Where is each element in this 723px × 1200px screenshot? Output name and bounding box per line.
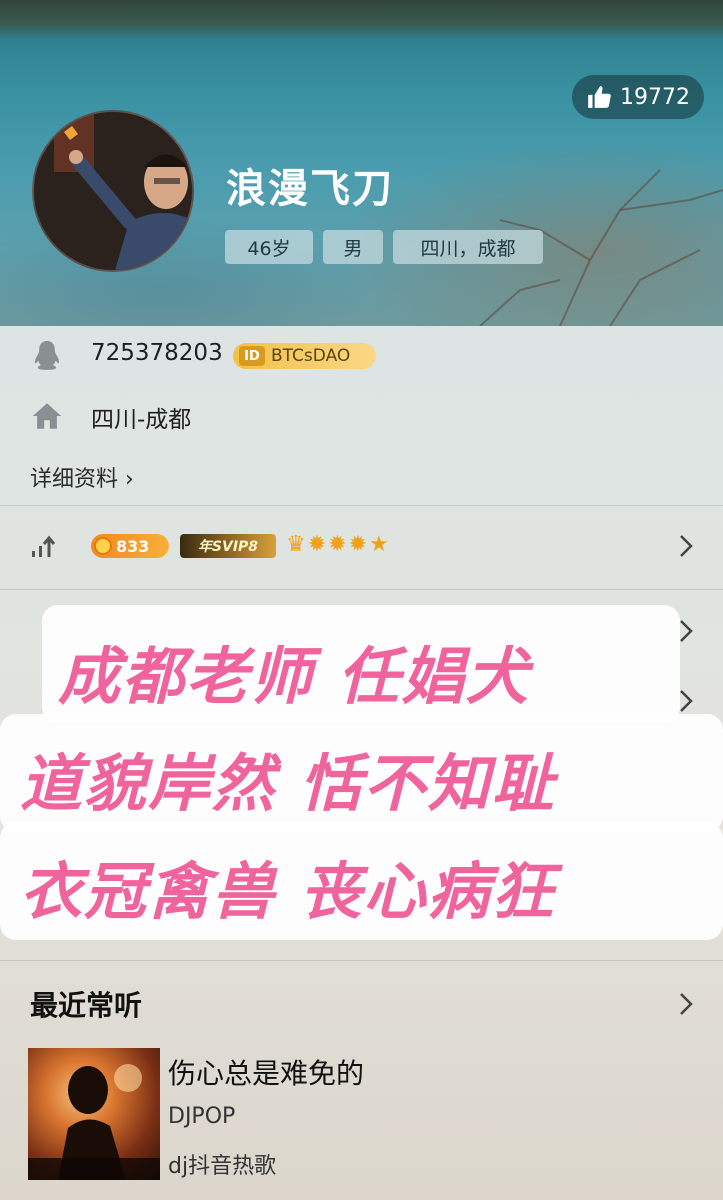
coin-level-badge[interactable]: 833: [91, 534, 169, 558]
home-icon: [32, 403, 62, 429]
divider: [0, 960, 723, 961]
nickname: 浪漫飞刀: [226, 166, 394, 212]
coin-icon: [94, 537, 112, 555]
divider: [0, 505, 723, 506]
album-cover-art: [28, 1064, 160, 1180]
song-title[interactable]: 伤心总是难免的: [168, 1052, 364, 1092]
qq-penguin-icon: [34, 340, 60, 370]
region-tag: 四川，成都: [393, 230, 543, 264]
overlay-text-line: 成都老师 任娼犬: [58, 640, 530, 713]
overlay-text-line: 衣冠禽兽 丧心病狂: [20, 855, 556, 928]
details-link[interactable]: 详细资料 ›: [30, 461, 134, 493]
song-artist: DJPOP: [168, 1104, 236, 1129]
like-button[interactable]: 19772: [572, 75, 704, 119]
level-signal-icon: [32, 535, 56, 557]
sun-icon: ✹: [348, 532, 368, 557]
avatar-photo: [34, 112, 192, 270]
level-crowns: ♛ ✹ ✹ ✹ ★: [286, 532, 389, 557]
overlay-text-line: 道貌岸然 恬不知耻: [20, 747, 556, 820]
hometown-location: 四川-成都: [91, 407, 192, 433]
coin-count: 833: [116, 536, 150, 556]
song-album: dj抖音热歌: [168, 1154, 277, 1179]
gender-tag: 男: [323, 230, 383, 264]
thumbs-up-icon: [588, 86, 611, 108]
chevron-right-icon[interactable]: [678, 533, 694, 559]
chevron-right-icon[interactable]: [678, 991, 694, 1017]
recent-listening-title: 最近常听: [30, 989, 143, 1022]
age-tag: 46岁: [225, 230, 313, 264]
id-badge-mark: ID: [239, 346, 265, 366]
chevron-right-icon[interactable]: [678, 618, 694, 644]
qq-number: 725378203: [91, 340, 223, 366]
divider: [0, 589, 723, 590]
avatar[interactable]: [32, 110, 194, 272]
like-count: 19772: [620, 84, 690, 110]
sun-icon: ✹: [328, 532, 347, 557]
id-badge-label: BTCsDAO: [271, 346, 351, 366]
chevron-right-icon[interactable]: [678, 688, 694, 714]
sun-icon: ✹: [307, 532, 327, 557]
crown-icon: ♛: [286, 532, 306, 557]
star-icon: ★: [369, 532, 389, 557]
id-badge[interactable]: ID BTCsDAO: [233, 343, 376, 369]
profile-banner: 19772 浪漫飞刀 46岁 男 四川，成都: [0, 0, 723, 326]
album-cover[interactable]: [28, 1048, 160, 1180]
svip-badge[interactable]: 年SVIP8: [180, 534, 276, 558]
